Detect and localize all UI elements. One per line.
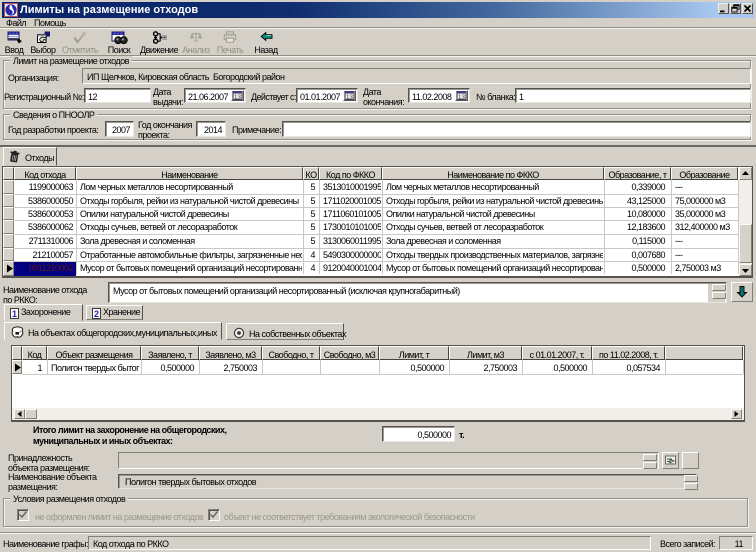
svg-text:13: 13: [234, 94, 241, 100]
svg-text:13: 13: [346, 94, 353, 100]
svg-text:13: 13: [458, 94, 465, 100]
